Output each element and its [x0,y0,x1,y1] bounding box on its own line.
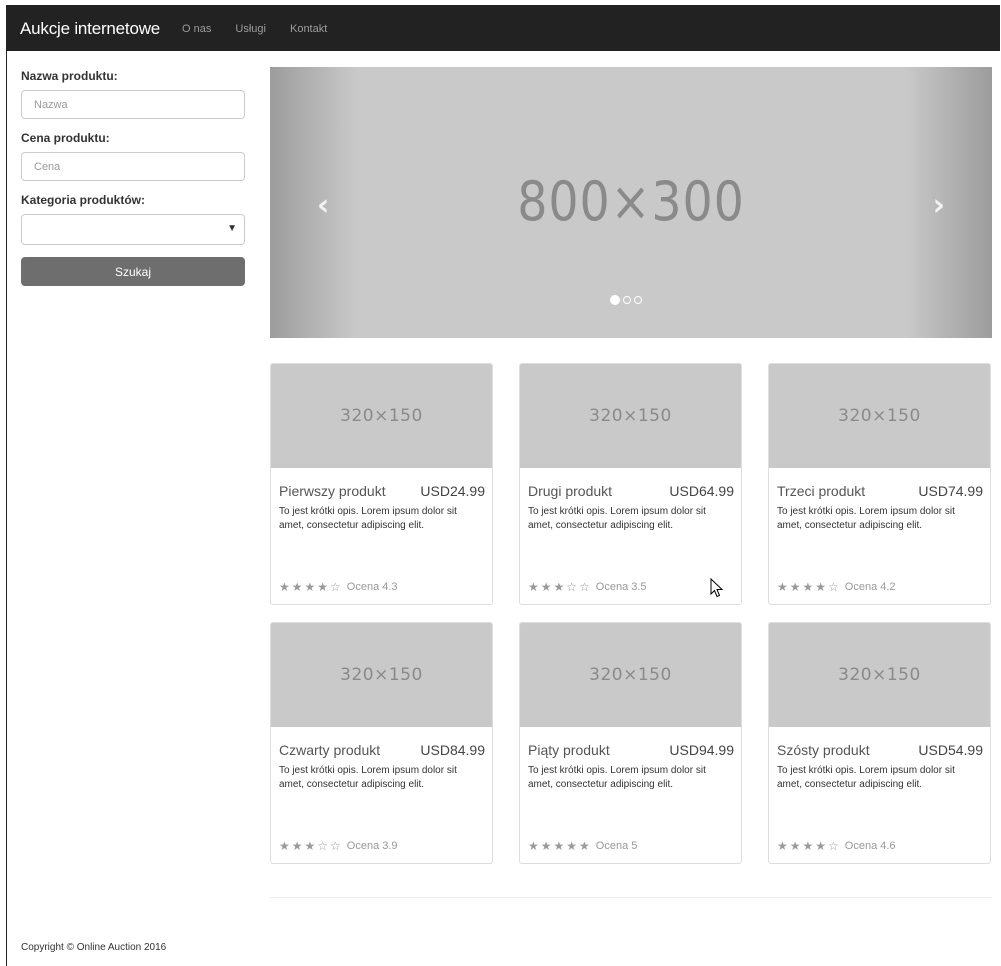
product-card[interactable]: 320×150 Szósty produkt USD54.99 To jest kró… [768,622,991,864]
product-price: USD74.99 [918,483,983,499]
product-header: Trzeci produkt USD74.99 [769,483,990,499]
product-description: To jest krótki opis. Lorem ipsum dolor s… [777,765,955,790]
product-category-label: Kategoria produktów: [21,193,146,207]
product-image: 320×150 [271,623,492,727]
product-description: To jest krótki opis. Lorem ipsum dolor s… [528,765,706,790]
product-card[interactable]: 320×150 Trzeci produkt USD74.99 To jest kró… [768,363,991,605]
product-price: USD64.99 [669,483,734,499]
carousel-indicator-2[interactable] [623,296,631,304]
product-description: To jest krótki opis. Lorem ipsum dolor s… [777,506,955,531]
product-description: To jest krótki opis. Lorem ipsum dolor s… [528,506,706,531]
product-card[interactable]: 320×150 Czwarty produkt USD84.99 To jest kr… [270,622,493,864]
star-rating-icon: ★★★★★ [528,839,592,853]
brand-link[interactable]: Aukcje internetowe [20,19,160,39]
chevron-right-icon[interactable]: › [933,191,945,221]
product-title[interactable]: Szósty produkt [777,742,870,758]
product-title[interactable]: Trzeci produkt [777,483,865,499]
product-name-label: Nazwa produktu: [21,69,118,83]
product-price: USD54.99 [918,742,983,758]
product-header: Szósty produkt USD54.99 [769,742,990,758]
product-image: 320×150 [520,623,741,727]
navbar: Aukcje internetowe O nas Usługi Kontakt [7,6,1000,51]
carousel-indicator-3[interactable] [634,296,642,304]
rating-text: Ocena 3.5 [595,581,647,593]
product-price: USD24.99 [420,483,485,499]
product-rating: ★★★★☆ Ocena 4.2 [777,580,896,594]
star-rating-icon: ★★★★☆ [777,839,841,853]
product-price: USD94.99 [669,742,734,758]
product-price-label: Cena produktu: [21,131,110,145]
footer-copyright: Copyright © Online Auction 2016 [21,942,167,953]
product-image: 320×150 [769,364,990,468]
product-price-input[interactable] [21,152,245,181]
star-rating-icon: ★★★★☆ [279,580,343,594]
product-description: To jest krótki opis. Lorem ipsum dolor s… [279,765,457,790]
product-card[interactable]: 320×150 Pierwszy produkt USD24.99 To jest k… [270,363,493,605]
product-title[interactable]: Piąty produkt [528,742,610,758]
product-title[interactable]: Czwarty produkt [279,742,380,758]
chevron-left-icon[interactable]: ‹ [317,191,329,221]
carousel-placeholder-text: 800×300 [517,170,745,233]
product-rating: ★★★★☆ Ocena 4.6 [777,839,896,853]
product-card[interactable]: 320×150 Drugi produkt USD64.99 To jest krót… [519,363,742,605]
footer-divider [270,897,992,898]
rating-text: Ocena 3.9 [346,840,398,852]
mouse-cursor-icon [710,578,724,598]
product-price: USD84.99 [420,742,485,758]
image-carousel[interactable]: 800×300 ‹ › [270,67,992,338]
rating-text: Ocena 5 [595,840,638,852]
product-image: 320×150 [271,364,492,468]
rating-text: Ocena 4.3 [346,581,398,593]
rating-text: Ocena 4.2 [844,581,896,593]
product-name-input[interactable] [21,90,245,119]
product-header: Drugi produkt USD64.99 [520,483,741,499]
browser-viewport: Aukcje internetowe O nas Usługi Kontakt … [6,5,1000,966]
nav-link-contact[interactable]: Kontakt [290,23,327,35]
product-image: 320×150 [520,364,741,468]
product-rating: ★★★★☆ Ocena 4.3 [279,580,398,594]
product-header: Pierwszy produkt USD24.99 [271,483,492,499]
product-rating: ★★★☆☆ Ocena 3.5 [528,580,647,594]
caret-down-icon: ▼ [227,223,237,234]
nav-link-about[interactable]: O nas [182,23,211,35]
product-title[interactable]: Pierwszy produkt [279,483,386,499]
search-sidebar: Nazwa produktu: Cena produktu: Kategoria… [21,69,245,286]
product-title[interactable]: Drugi produkt [528,483,612,499]
star-rating-icon: ★★★☆☆ [528,580,592,594]
star-rating-icon: ★★★☆☆ [279,839,343,853]
product-header: Czwarty produkt USD84.99 [271,742,492,758]
product-header: Piąty produkt USD94.99 [520,742,741,758]
star-rating-icon: ★★★★☆ [777,580,841,594]
product-category-select[interactable]: ▼ [21,214,245,245]
product-image: 320×150 [769,623,990,727]
nav-link-services[interactable]: Usługi [235,23,266,35]
product-description: To jest krótki opis. Lorem ipsum dolor s… [279,506,457,531]
rating-text: Ocena 4.6 [844,840,896,852]
search-button[interactable]: Szukaj [21,257,245,286]
carousel-indicators [610,295,642,305]
product-rating: ★★★☆☆ Ocena 3.9 [279,839,398,853]
product-card[interactable]: 320×150 Piąty produkt USD94.99 To jest krót… [519,622,742,864]
product-rating: ★★★★★ Ocena 5 [528,839,637,853]
carousel-indicator-1[interactable] [610,295,620,305]
